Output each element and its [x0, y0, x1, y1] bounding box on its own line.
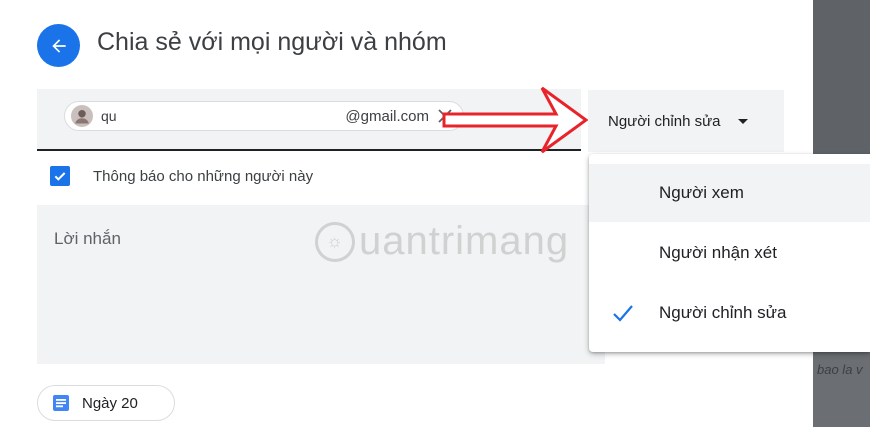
menu-item-label: Người nhận xét	[659, 243, 777, 262]
menu-item-label: Người xem	[659, 183, 744, 202]
role-dropdown-label: Người chỉnh sửa	[608, 112, 721, 130]
menu-item-viewer[interactable]: Người xem	[589, 164, 870, 222]
file-chip[interactable]: Ngày 20	[37, 385, 175, 421]
watermark-logo-icon: ☼	[315, 221, 355, 262]
background-text-fragment: bao la v	[817, 362, 863, 377]
dialog-title: Chia sẻ với mọi người và nhóm	[97, 28, 447, 56]
message-placeholder: Lời nhắn	[54, 229, 121, 248]
recipient-email-domain: @gmail.com	[345, 107, 429, 125]
recipient-name: qu	[101, 108, 117, 124]
back-button[interactable]	[37, 24, 80, 67]
person-icon	[75, 110, 89, 124]
watermark-text: uantrimang	[359, 219, 570, 263]
doc-icon	[53, 395, 69, 411]
menu-item-editor[interactable]: Người chỉnh sửa	[589, 284, 870, 342]
menu-item-commenter[interactable]: Người nhận xét	[589, 224, 870, 282]
role-dropdown-button[interactable]: Người chỉnh sửa	[588, 90, 784, 152]
notify-row[interactable]: Thông báo cho những người này	[50, 166, 313, 186]
arrow-left-icon	[51, 38, 66, 53]
file-chip-label: Ngày 20	[82, 394, 138, 412]
message-input[interactable]: Lời nhắn ☼ uantrimang	[37, 205, 605, 364]
role-menu: Người xem Người nhận xét Người chỉnh sửa	[589, 154, 870, 352]
avatar	[71, 105, 93, 127]
menu-item-label: Người chỉnh sửa	[659, 303, 787, 322]
watermark: ☼ uantrimang	[315, 219, 569, 264]
annotation-arrow	[442, 86, 588, 154]
checkmark-icon	[54, 172, 66, 181]
recipient-chip[interactable]: qu @gmail.com	[64, 101, 464, 131]
checkmark-icon	[613, 305, 633, 322]
notify-checkbox[interactable]	[50, 166, 70, 186]
notify-label: Thông báo cho những người này	[93, 167, 314, 185]
background-lower	[813, 345, 870, 427]
caret-down-icon	[738, 118, 749, 124]
